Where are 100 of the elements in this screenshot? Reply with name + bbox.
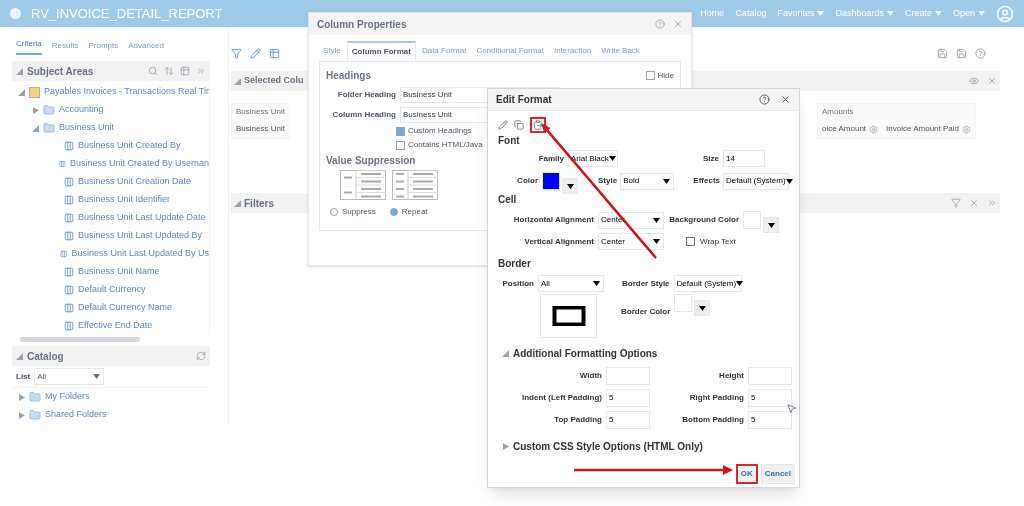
tree-item[interactable]: Business Unit Creation Date <box>78 175 192 189</box>
checkbox[interactable] <box>645 71 655 80</box>
size-field[interactable]: 14 <box>723 150 765 167</box>
tree-item[interactable]: Effective End Date <box>78 319 153 333</box>
text-field[interactable]: 5 <box>606 411 650 429</box>
collapsed-icon[interactable] <box>502 443 509 450</box>
pencil-icon[interactable] <box>498 120 508 130</box>
tree-item[interactable]: Default Currency <box>78 283 146 297</box>
panel-title: Catalog <box>27 349 64 364</box>
tree-item[interactable]: Accounting <box>59 103 104 117</box>
remove-icon[interactable] <box>969 198 979 208</box>
remove-icon[interactable] <box>987 76 997 86</box>
search-icon[interactable] <box>148 66 158 76</box>
tree-item[interactable]: Business Unit <box>59 121 115 135</box>
cancel-button[interactable]: Cancel <box>760 464 795 484</box>
tab[interactable]: Interaction <box>549 41 596 61</box>
collapse-icon[interactable] <box>16 352 23 360</box>
tab[interactable]: Prompts <box>88 40 119 55</box>
sort-icon[interactable] <box>164 66 174 76</box>
field-label: Indent (Left Padding) <box>521 392 602 404</box>
close-icon[interactable] <box>780 94 791 105</box>
eye-icon[interactable] <box>969 76 979 86</box>
column-chip[interactable]: Business Unit <box>236 123 285 135</box>
color-swatch[interactable] <box>743 211 761 229</box>
collapse-icon[interactable] <box>234 199 241 207</box>
text-field[interactable]: 5 <box>748 389 792 407</box>
text-field[interactable]: 5 <box>606 389 650 407</box>
tree-item[interactable]: Business Unit Created By Usernan <box>69 157 209 171</box>
help-icon[interactable] <box>975 47 986 59</box>
list-dropdown[interactable]: All <box>34 368 105 385</box>
checkbox[interactable] <box>686 237 695 246</box>
tree-item[interactable]: Business Unit Identifier <box>78 193 171 207</box>
save-icon[interactable] <box>937 47 948 59</box>
save-as-icon[interactable] <box>956 47 967 59</box>
radio-button[interactable] <box>389 208 398 216</box>
column-icon <box>64 195 74 205</box>
user-avatar-icon[interactable] <box>996 4 1014 23</box>
color-picker-button[interactable] <box>763 217 779 233</box>
tab[interactable]: Write Back <box>597 41 644 61</box>
tree-item[interactable]: Default Currency Name <box>78 301 173 315</box>
grid-icon[interactable] <box>180 66 190 76</box>
tab[interactable]: Advanced <box>128 40 164 55</box>
section-title: Cell <box>498 193 518 207</box>
column-chip[interactable]: oice Amount <box>822 123 867 135</box>
color-picker-button[interactable] <box>562 178 578 194</box>
collapsed-icon[interactable] <box>32 106 39 114</box>
settings-icon[interactable] <box>962 124 971 134</box>
checkbox-label: Hide <box>657 69 674 82</box>
tree-item[interactable]: Business Unit Last Updated By <box>78 229 203 243</box>
expand-icon[interactable] <box>987 198 997 208</box>
style-dropdown[interactable]: Bold <box>620 172 675 190</box>
expanded-icon[interactable] <box>32 124 39 132</box>
tree-item[interactable]: Business Unit Last Updated By Us <box>71 247 209 261</box>
expanded-icon[interactable] <box>502 350 509 357</box>
checkbox[interactable] <box>396 126 405 136</box>
collapsed-icon[interactable] <box>18 393 25 401</box>
tab[interactable]: Conditional Format <box>472 41 548 61</box>
filter-icon[interactable] <box>231 47 242 59</box>
tree-item[interactable]: Payables Invoices - Transactions Real Tir <box>43 85 209 99</box>
collapse-icon[interactable] <box>16 67 23 75</box>
color-swatch[interactable] <box>542 172 560 190</box>
refresh-icon[interactable] <box>196 351 206 361</box>
tree-item[interactable]: Business Unit Created By <box>78 139 181 153</box>
text-field[interactable] <box>606 367 650 385</box>
text-field[interactable]: 5 <box>748 411 792 429</box>
alignment-dropdown[interactable]: Center <box>598 233 664 250</box>
font-family-dropdown[interactable]: Arial Black <box>568 150 618 167</box>
section-title: Custom CSS Style Options (HTML Only) <box>513 440 703 454</box>
field-label: Size <box>703 152 720 165</box>
color-swatch[interactable] <box>674 294 693 312</box>
position-dropdown[interactable]: All <box>538 275 604 292</box>
tab[interactable]: Column Format <box>346 41 416 61</box>
expand-panel-icon[interactable] <box>196 66 206 76</box>
table-icon[interactable] <box>269 47 280 59</box>
tab[interactable]: Data Format <box>417 41 471 61</box>
tree-item[interactable]: Business Unit Last Update Date <box>78 211 206 225</box>
caret-icon <box>767 222 775 228</box>
checkbox[interactable] <box>396 140 405 150</box>
horizontal-scrollbar[interactable] <box>20 337 140 342</box>
tree-item[interactable]: Business Unit Name <box>78 265 160 279</box>
collapsed-icon[interactable] <box>18 411 25 419</box>
field-label: Family <box>537 152 565 165</box>
filter-icon[interactable] <box>951 198 961 208</box>
column-chip[interactable]: Invoice Amount Paid <box>886 123 959 135</box>
edit-icon[interactable] <box>250 47 261 59</box>
tab[interactable]: Results <box>51 40 79 55</box>
tab[interactable]: Criteria <box>16 38 42 55</box>
color-picker-button[interactable] <box>694 300 711 316</box>
copy-icon[interactable] <box>514 120 524 130</box>
text-field[interactable] <box>748 367 792 385</box>
expanded-icon[interactable] <box>18 88 25 96</box>
border-style-dropdown[interactable]: Default (System) <box>673 275 742 292</box>
collapse-icon[interactable] <box>234 77 241 85</box>
tree-item[interactable]: My Folders <box>45 390 90 404</box>
ok-button[interactable]: OK <box>735 464 758 484</box>
section-title: Headings <box>326 69 371 83</box>
tree-item[interactable]: Shared Folders <box>45 408 107 422</box>
help-icon[interactable] <box>759 94 770 105</box>
tab[interactable]: Style <box>319 41 345 61</box>
settings-icon[interactable] <box>869 124 879 134</box>
